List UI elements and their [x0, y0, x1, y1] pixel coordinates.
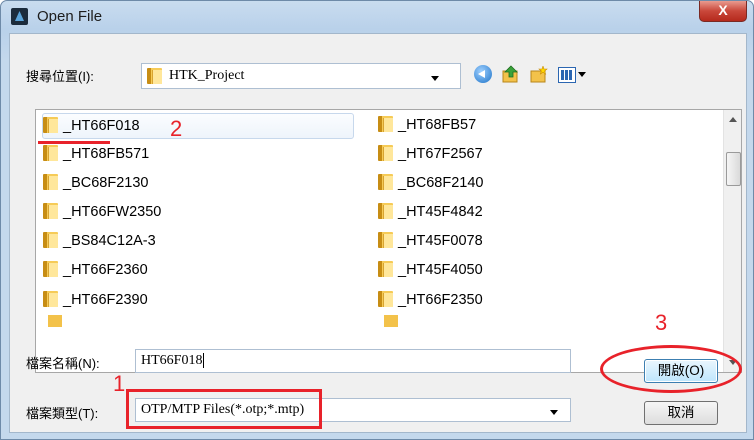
- file-name: _HT66F2350: [398, 292, 483, 308]
- look-in-dropdown[interactable]: HTK_Project: [141, 63, 461, 89]
- list-item[interactable]: _BC68F2130: [43, 171, 148, 195]
- file-name: _BC68F2130: [63, 175, 149, 191]
- filename-value: HT66F018: [141, 353, 203, 368]
- file-name: _HT66F2360: [63, 262, 148, 278]
- file-name: _HT68FB571: [63, 146, 150, 162]
- file-name: _BC68F2140: [398, 175, 484, 191]
- annotation-underline: [38, 141, 110, 144]
- new-folder-icon[interactable]: [530, 65, 548, 83]
- file-name: _HT68FB57: [398, 117, 477, 133]
- folder-icon: [43, 232, 58, 249]
- file-name: _HT66FW2350: [63, 204, 162, 220]
- folder-icon: [43, 261, 58, 278]
- folder-icon: [378, 261, 393, 278]
- app-icon: [11, 8, 28, 25]
- list-item[interactable]: _HT66F2390: [43, 288, 148, 312]
- file-list[interactable]: _HT66F018 _HT68FB57 _HT68FB571 _HT67F256…: [35, 109, 742, 373]
- list-item-selected[interactable]: _HT66F018: [42, 113, 354, 139]
- folder-icon: [378, 291, 393, 308]
- list-item[interactable]: _BC68F2140: [378, 171, 483, 195]
- annotation-step-3: 3: [655, 310, 668, 335]
- list-item[interactable]: _HT45F4842: [378, 200, 483, 224]
- chevron-down-icon[interactable]: [550, 410, 558, 415]
- scroll-up-icon[interactable]: [729, 117, 737, 122]
- list-item[interactable]: _HT45F4050: [378, 258, 483, 282]
- open-file-dialog: Open File X 搜尋位置(I): HTK_Project _HT66F0…: [0, 0, 754, 440]
- list-item[interactable]: _HT45F0078: [378, 229, 483, 253]
- list-item[interactable]: _HT66FW2350: [43, 200, 161, 224]
- folder-icon: [378, 116, 393, 133]
- folder-icon: [378, 203, 393, 220]
- partial-folder-icon: [48, 315, 62, 327]
- file-name: _HT66F2390: [63, 292, 148, 308]
- folder-icon: [43, 145, 58, 162]
- folder-icon: [378, 145, 393, 162]
- text-caret: [203, 353, 205, 368]
- filename-label: 檔案名稱(N):: [26, 356, 100, 371]
- chevron-down-icon[interactable]: [431, 76, 439, 81]
- folder-icon: [43, 174, 58, 191]
- list-item[interactable]: _BS84C12A-3: [43, 229, 156, 253]
- file-name: _HT45F0078: [398, 233, 483, 249]
- list-item[interactable]: _HT67F2567: [378, 142, 483, 166]
- file-name: _HT45F4842: [398, 204, 483, 220]
- title-bar[interactable]: Open File X: [1, 1, 753, 33]
- partial-folder-icon: [384, 315, 398, 327]
- list-item[interactable]: _HT68FB571: [43, 142, 149, 166]
- close-button[interactable]: X: [699, 1, 747, 22]
- scrollbar-thumb[interactable]: [726, 152, 741, 186]
- vertical-scrollbar[interactable]: [723, 110, 741, 372]
- annotation-ellipse: [600, 345, 742, 393]
- filetype-label: 檔案類型(T):: [26, 406, 99, 421]
- dialog-body: 搜尋位置(I): HTK_Project _HT66F018 _HT68FB57…: [9, 33, 747, 433]
- file-name: _HT67F2567: [398, 146, 483, 162]
- file-name: _BS84C12A-3: [63, 233, 156, 249]
- list-item[interactable]: _HT68FB57: [378, 113, 476, 137]
- cancel-button[interactable]: 取消: [644, 401, 718, 425]
- folder-icon: [378, 174, 393, 191]
- list-item[interactable]: _HT66F2350: [378, 288, 483, 312]
- folder-icon: [378, 232, 393, 249]
- look-in-value: HTK_Project: [169, 68, 245, 83]
- up-folder-icon[interactable]: [502, 65, 520, 83]
- view-chevron-down-icon[interactable]: [578, 72, 586, 77]
- file-name: _HT45F4050: [398, 262, 483, 278]
- annotation-step-1: 1: [113, 371, 126, 396]
- back-icon[interactable]: [474, 65, 492, 83]
- folder-icon: [43, 291, 58, 308]
- filename-input[interactable]: HT66F018: [135, 349, 571, 373]
- view-menu-icon[interactable]: [558, 67, 576, 83]
- annotation-step-2: 2: [170, 116, 183, 141]
- folder-icon: [43, 117, 58, 134]
- folder-icon: [43, 203, 58, 220]
- annotation-box: [126, 389, 322, 429]
- look-in-label: 搜尋位置(I):: [26, 69, 94, 84]
- folder-icon: [147, 68, 162, 84]
- file-name: _HT66F018: [63, 118, 140, 134]
- window-title: Open File: [37, 8, 103, 25]
- list-item[interactable]: _HT66F2360: [43, 258, 148, 282]
